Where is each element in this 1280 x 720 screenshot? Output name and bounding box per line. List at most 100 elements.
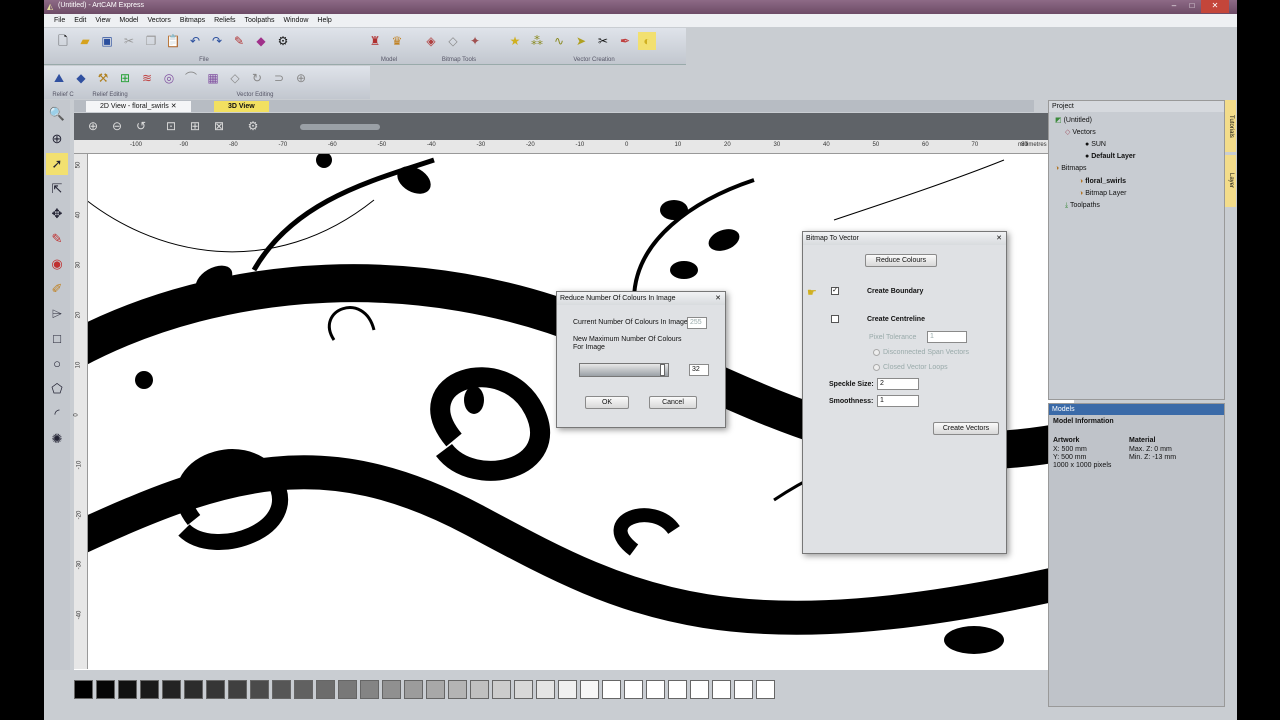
copy-icon[interactable]: ❐	[142, 32, 160, 50]
bitmap-to-vector-icon[interactable]: ◐	[638, 32, 656, 50]
colour-swatch[interactable]	[74, 680, 93, 699]
vector-rotate-icon[interactable]: ↻	[248, 69, 266, 87]
vector-group-icon[interactable]: ⊞	[116, 69, 134, 87]
pixel-tolerance-input[interactable]: 1	[927, 331, 967, 343]
eraser-icon[interactable]: ◆	[252, 32, 270, 50]
colour-swatch[interactable]	[382, 680, 401, 699]
create-centreline-checkbox[interactable]	[831, 315, 839, 323]
smoothness-input[interactable]: 1	[877, 395, 919, 407]
colours-slider-thumb[interactable]	[660, 364, 665, 376]
open-folder-icon[interactable]: ▰	[76, 32, 94, 50]
vector-pen-icon[interactable]: ✒	[616, 32, 634, 50]
tab-close-icon[interactable]: ✕	[171, 103, 177, 110]
model-new-icon[interactable]: ♜	[366, 32, 384, 50]
vector-offset-icon[interactable]: ◎	[160, 69, 178, 87]
menu-file[interactable]: File	[54, 17, 65, 24]
menu-edit[interactable]: Edit	[74, 17, 86, 24]
colour-swatch[interactable]	[404, 680, 423, 699]
bitmap-tool-icon[interactable]: ◇	[444, 32, 462, 50]
vector-join-icon[interactable]: ⊃	[270, 69, 288, 87]
vector-bend-icon[interactable]: ⌒	[182, 69, 200, 87]
colour-swatch[interactable]	[492, 680, 511, 699]
circle-icon[interactable]: ○	[46, 353, 68, 375]
bitmap-select-icon[interactable]: ◈	[422, 32, 440, 50]
settings-icon[interactable]: ⚙	[274, 32, 292, 50]
colours-slider[interactable]	[579, 363, 669, 377]
tree-vectors[interactable]: ◇ Vectors	[1065, 128, 1096, 136]
zoom-in-icon[interactable]: ⊕	[84, 119, 102, 135]
tab-2d-view[interactable]: 2D View - floral_swirls ✕	[86, 101, 191, 112]
colour-swatch[interactable]	[162, 680, 181, 699]
cut-icon[interactable]: ✂	[120, 32, 138, 50]
paint-icon[interactable]: ◉	[46, 253, 68, 275]
pencil-icon[interactable]: ✎	[46, 228, 68, 250]
vector-grid-icon[interactable]: ▦	[204, 69, 222, 87]
view-settings-icon[interactable]: ⚙	[244, 119, 262, 135]
rectangle-icon[interactable]: □	[46, 328, 68, 350]
colour-swatch[interactable]	[360, 680, 379, 699]
transform-icon[interactable]: ✥	[46, 203, 68, 225]
polygon-icon[interactable]: ⬠	[46, 378, 68, 400]
zoom-fit-icon[interactable]: ⊡	[162, 119, 180, 135]
closed-loops-radio[interactable]	[873, 364, 880, 371]
dialog-close-icon[interactable]: ✕	[715, 292, 721, 305]
vector-star-icon[interactable]: ★	[506, 32, 524, 50]
zoom-selection-icon[interactable]: ⊠	[210, 119, 228, 135]
create-boundary-checkbox[interactable]: ✓	[831, 287, 839, 295]
model-open-icon[interactable]: ♛	[388, 32, 406, 50]
relief-edit-icon[interactable]: ◆	[72, 69, 90, 87]
vector-curve-icon[interactable]: ∿	[550, 32, 568, 50]
colour-swatch[interactable]	[140, 680, 159, 699]
colour-swatch[interactable]	[734, 680, 753, 699]
colour-swatch[interactable]	[580, 680, 599, 699]
layer-tab[interactable]: Layer	[1225, 155, 1236, 207]
colour-swatch[interactable]	[250, 680, 269, 699]
arc-icon[interactable]: ◜	[46, 403, 68, 425]
close-button[interactable]: ✕	[1201, 0, 1229, 13]
tree-bitmap-layer[interactable]: ◑ Bitmap Layer	[1079, 190, 1126, 197]
menu-model[interactable]: Model	[119, 17, 138, 24]
colour-swatch[interactable]	[426, 680, 445, 699]
vector-nodes-icon[interactable]: ⁂	[528, 32, 546, 50]
node-edit-icon[interactable]: ⇱	[46, 178, 68, 200]
colour-swatch[interactable]	[316, 680, 335, 699]
vector-weave-icon[interactable]: ≋	[138, 69, 156, 87]
tree-floral[interactable]: ◑ floral_swirls	[1079, 178, 1126, 185]
zoom-box-icon[interactable]: ⊞	[186, 119, 204, 135]
star-icon[interactable]: ✺	[46, 428, 68, 450]
vector-cut-icon[interactable]: ✂	[594, 32, 612, 50]
relief-create-icon[interactable]: ⛰	[50, 69, 68, 87]
menu-window[interactable]: Window	[284, 17, 309, 24]
menu-vectors[interactable]: Vectors	[147, 17, 170, 24]
save-icon[interactable]: ▣	[98, 32, 116, 50]
zoom-out-icon[interactable]: ⊖	[108, 119, 126, 135]
undo-icon[interactable]: ↶	[186, 32, 204, 50]
select-arrow-icon[interactable]: ➚	[46, 153, 68, 175]
minimize-button[interactable]: –	[1165, 0, 1183, 13]
cancel-button[interactable]: Cancel	[649, 396, 697, 409]
colour-swatch[interactable]	[514, 680, 533, 699]
colour-swatch[interactable]	[338, 680, 357, 699]
colour-swatch[interactable]	[668, 680, 687, 699]
colour-swatch[interactable]	[96, 680, 115, 699]
tree-bitmaps[interactable]: ◑ Bitmaps	[1055, 165, 1086, 172]
colour-swatch[interactable]	[448, 680, 467, 699]
colour-swatch[interactable]	[470, 680, 489, 699]
disconnected-span-radio[interactable]	[873, 349, 880, 356]
globe-icon[interactable]: ⊕	[46, 128, 68, 150]
edit-icon[interactable]: ✎	[230, 32, 248, 50]
colour-swatch[interactable]	[206, 680, 225, 699]
bitmap-magic-icon[interactable]: ✦	[466, 32, 484, 50]
colour-swatch[interactable]	[118, 680, 137, 699]
menu-bitmaps[interactable]: Bitmaps	[180, 17, 205, 24]
colour-swatch[interactable]	[756, 680, 775, 699]
vector-shape-icon[interactable]: ◇	[226, 69, 244, 87]
vector-arrow-icon[interactable]: ➤	[572, 32, 590, 50]
tab-3d-view[interactable]: 3D View	[214, 101, 269, 112]
relief-tool-icon[interactable]: ⚒	[94, 69, 112, 87]
zoom-tool-icon[interactable]: 🔍	[46, 103, 68, 125]
colour-swatch[interactable]	[602, 680, 621, 699]
tree-root[interactable]: ◩ (Untitled)	[1055, 116, 1092, 124]
vector-align-icon[interactable]: ⊕	[292, 69, 310, 87]
colour-swatch[interactable]	[272, 680, 291, 699]
